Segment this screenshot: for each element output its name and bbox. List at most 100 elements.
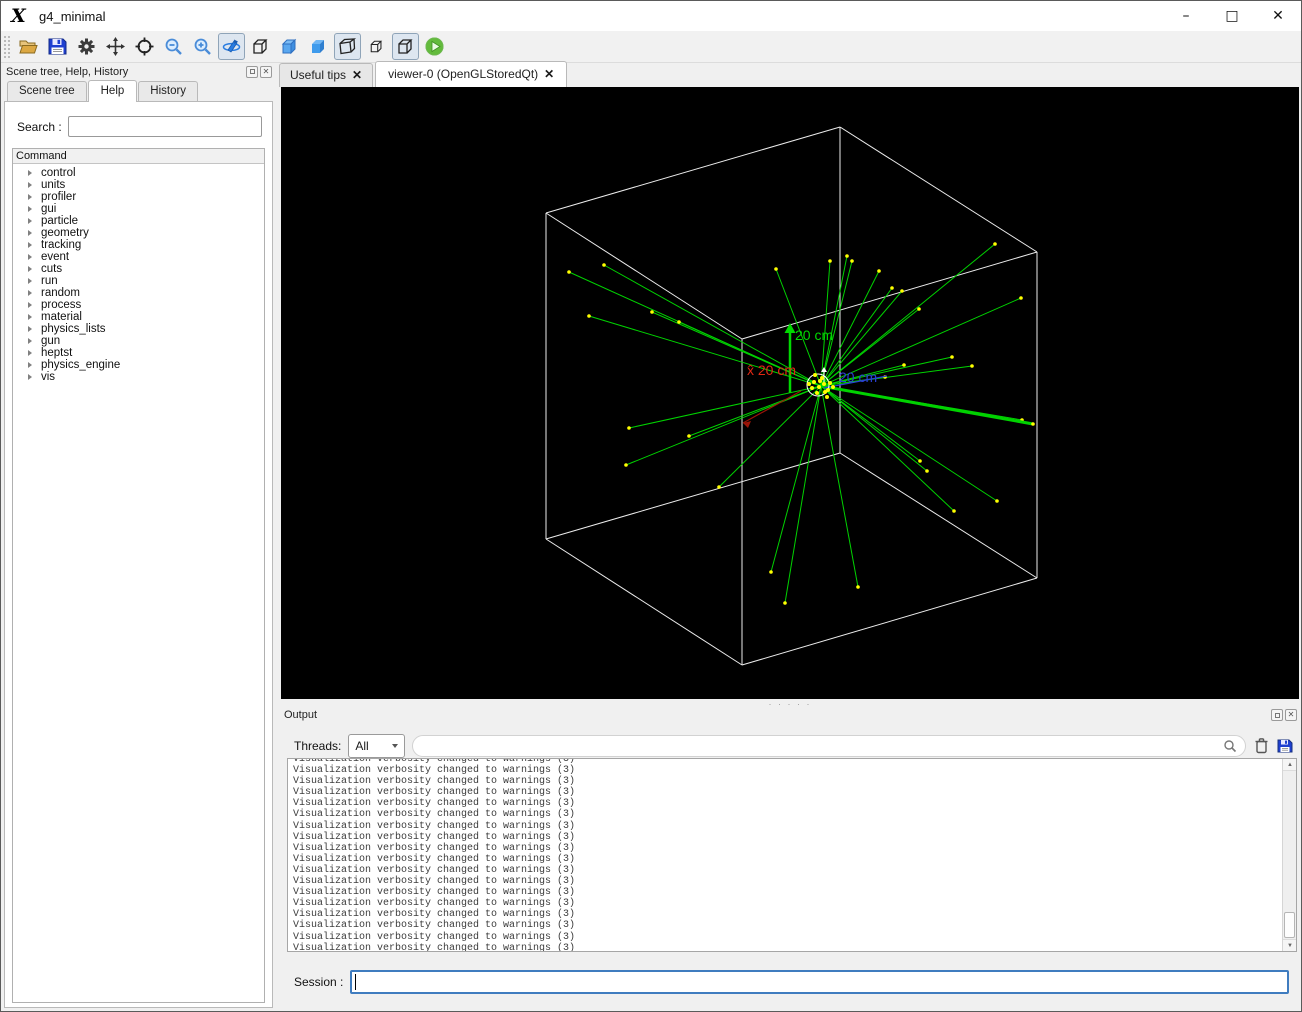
tree-item-process[interactable]: process: [13, 299, 264, 311]
pick-center-button[interactable]: [131, 33, 158, 60]
tree-item-heptst[interactable]: heptst: [13, 347, 264, 359]
opengl-viewport[interactable]: x̂ 20 cm 20 cm 20 cm: [281, 87, 1299, 699]
move-button[interactable]: [102, 33, 129, 60]
settings-gear-button[interactable]: [73, 33, 100, 60]
expand-arrow-icon[interactable]: [28, 182, 32, 188]
hit-point: [717, 485, 721, 489]
tree-item-gui[interactable]: gui: [13, 203, 264, 215]
close-button[interactable]: ✕: [1255, 1, 1301, 31]
expand-arrow-icon[interactable]: [28, 350, 32, 356]
particle-track: [625, 385, 822, 466]
tree-item-units[interactable]: units: [13, 179, 264, 191]
hit-point: [587, 314, 591, 318]
dock-close-icon[interactable]: ✕: [1285, 709, 1297, 721]
minimize-button[interactable]: –: [1163, 1, 1209, 31]
close-icon[interactable]: ✕: [352, 68, 362, 82]
output-search-field[interactable]: [412, 734, 1246, 757]
tree-item-physics_engine[interactable]: physics_engine: [13, 359, 264, 371]
expand-arrow-icon[interactable]: [28, 338, 32, 344]
zoom-in-button[interactable]: [189, 33, 216, 60]
search-input[interactable]: [67, 116, 262, 137]
hit-point: [687, 434, 691, 438]
save-button[interactable]: [44, 33, 71, 60]
search-icon[interactable]: [1223, 739, 1237, 753]
expand-arrow-icon[interactable]: [28, 374, 32, 380]
tree-item-physics_lists[interactable]: physics_lists: [13, 323, 264, 335]
dock-float-icon[interactable]: [246, 65, 258, 78]
tree-item-gun[interactable]: gun: [13, 335, 264, 347]
hit-point: [774, 267, 778, 271]
session-input[interactable]: [350, 970, 1289, 994]
y-axis-label: 20 cm: [795, 327, 833, 343]
hit-point: [807, 382, 811, 386]
solid-box-button[interactable]: [363, 33, 390, 60]
tree-item-particle[interactable]: particle: [13, 215, 264, 227]
threads-dropdown[interactable]: All: [348, 733, 406, 758]
expand-arrow-icon[interactable]: [28, 362, 32, 368]
output-log[interactable]: Visualization verbosity changed to warni…: [287, 758, 1297, 952]
tree-item-profiler[interactable]: profiler: [13, 191, 264, 203]
expand-arrow-icon[interactable]: [28, 314, 32, 320]
text-caret: [355, 974, 357, 990]
maximize-button[interactable]: □: [1209, 1, 1255, 31]
scroll-up-icon[interactable]: ▲: [1283, 759, 1296, 771]
tree-item-event[interactable]: event: [13, 251, 264, 263]
tree-item-run[interactable]: run: [13, 275, 264, 287]
run-play-button[interactable]: [421, 33, 448, 60]
perspective-view-button[interactable]: [334, 33, 361, 60]
rotate-button[interactable]: [218, 33, 245, 60]
hit-point: [624, 463, 628, 467]
expand-arrow-icon[interactable]: [28, 230, 32, 236]
zoom-out-button[interactable]: [160, 33, 187, 60]
scrollbar-thumb[interactable]: [1284, 912, 1295, 938]
expand-arrow-icon[interactable]: [28, 326, 32, 332]
expand-arrow-icon[interactable]: [28, 278, 32, 284]
hidden-line-style-button[interactable]: [276, 33, 303, 60]
log-scrollbar[interactable]: ▲ ▼: [1282, 759, 1296, 951]
dock-float-icon[interactable]: [1271, 709, 1283, 721]
scene-3d: x̂ 20 cm 20 cm 20 cm: [545, 126, 1038, 666]
log-line: Visualization verbosity changed to warni…: [293, 831, 576, 843]
output-search-input[interactable]: [421, 738, 1223, 753]
wireframe-style-button[interactable]: [247, 33, 274, 60]
expand-arrow-icon[interactable]: [28, 290, 32, 296]
expand-arrow-icon[interactable]: [28, 218, 32, 224]
expand-arrow-icon[interactable]: [28, 242, 32, 248]
surface-style-button[interactable]: [305, 33, 332, 60]
tab-useful-tips[interactable]: Useful tips ✕: [279, 63, 374, 87]
toolbar-drag-handle[interactable]: [3, 34, 11, 59]
tree-item-tracking[interactable]: tracking: [13, 239, 264, 251]
tree-item-label: heptst: [41, 347, 73, 359]
expand-arrow-icon[interactable]: [28, 194, 32, 200]
main-toolbar: [1, 31, 1301, 63]
command-tree-header: Command: [13, 149, 264, 164]
expand-arrow-icon[interactable]: [28, 170, 32, 176]
window-title: g4_minimal: [39, 8, 106, 24]
tree-item-vis[interactable]: vis: [13, 371, 264, 383]
tree-item-cuts[interactable]: cuts: [13, 263, 264, 275]
expand-arrow-icon[interactable]: [28, 254, 32, 260]
hit-point: [769, 570, 773, 574]
tab-viewer-0[interactable]: viewer-0 (OpenGLStoredQt) ✕: [375, 61, 568, 87]
tree-item-random[interactable]: random: [13, 287, 264, 299]
tree-item-label: process: [41, 299, 82, 311]
hit-point: [890, 286, 894, 290]
expand-arrow-icon[interactable]: [28, 302, 32, 308]
log-line: Visualization verbosity changed to warni…: [293, 787, 576, 799]
tree-item-control[interactable]: control: [13, 167, 264, 179]
save-output-button[interactable]: [1277, 738, 1293, 754]
scroll-down-icon[interactable]: ▼: [1283, 939, 1296, 951]
expand-arrow-icon[interactable]: [28, 266, 32, 272]
dock-close-icon[interactable]: ✕: [260, 65, 272, 78]
tab-scene-tree[interactable]: Scene tree: [7, 81, 87, 101]
tree-item-material[interactable]: material: [13, 311, 264, 323]
tab-help[interactable]: Help: [87, 80, 138, 102]
world-box-edge: [741, 577, 1038, 666]
tree-item-geometry[interactable]: geometry: [13, 227, 264, 239]
clear-output-button[interactable]: [1254, 737, 1269, 754]
open-file-button[interactable]: [15, 33, 42, 60]
tab-history[interactable]: History: [138, 81, 199, 101]
expand-arrow-icon[interactable]: [28, 206, 32, 212]
close-icon[interactable]: ✕: [544, 67, 554, 81]
orthographic-view-button[interactable]: [392, 33, 419, 60]
